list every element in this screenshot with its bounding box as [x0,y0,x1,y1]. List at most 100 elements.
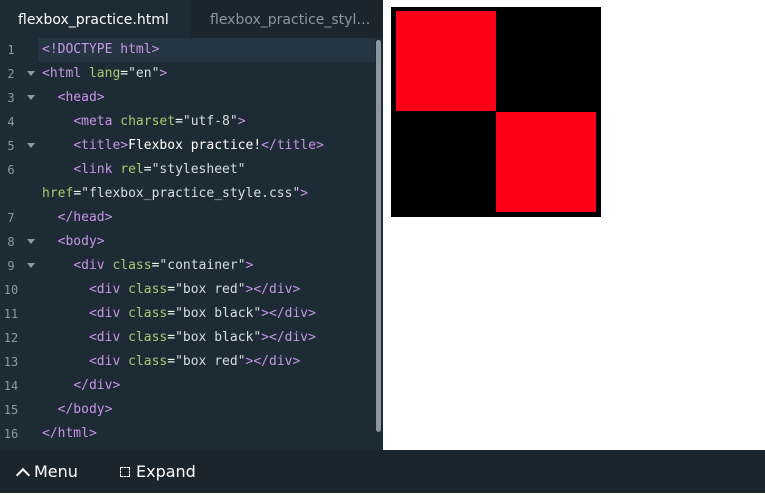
code-token: > [300,186,309,201]
line-number: 16 [3,427,19,441]
code-text: <meta charset="utf-8"> [42,110,246,134]
code-area[interactable]: 1 <!DOCTYPE html> 2 <html lang="en"> 3 <head… [0,38,375,450]
code-token: ></div> [245,354,301,369]
code-token: = [120,66,129,81]
code-token: "flexbox_practice_style.css" [81,186,301,201]
code-editor[interactable]: flexbox_practice.html flexbox_practice_s… [0,0,383,450]
code-line[interactable]: 9 <div class="container"> [0,254,375,278]
fold-arrow-icon[interactable] [27,143,35,148]
fold-arrow-icon[interactable] [27,239,35,244]
tab-css[interactable]: flexbox_practice_styl… [190,0,383,38]
menu-button[interactable]: Menu [15,450,78,493]
code-token: = [167,354,176,369]
line-number: 12 [3,331,19,345]
bottom-bar: Menu Expand [0,450,765,493]
code-line[interactable]: 10 <div class="box red"></div> [0,278,375,302]
code-line[interactable]: 2 <html lang="en"> [0,62,375,86]
code-token: ></div> [261,306,316,321]
code-token: "box black" [175,306,262,321]
code-text: <link rel="stylesheet" [42,158,246,182]
editor-scrollbar[interactable] [376,40,381,432]
code-text: <div class="box red"></div> [42,350,300,374]
code-line[interactable]: 1 <!DOCTYPE html> [0,38,375,62]
code-token: = [175,114,183,129]
code-token: "box red" [175,282,246,297]
code-line[interactable]: 12 <div class="box black"></div> [0,326,375,350]
code-token: class [128,282,168,297]
code-token: <head> [57,90,105,105]
code-line[interactable]: 8 <body> [0,230,375,254]
line-number: 13 [3,355,19,369]
code-line[interactable]: 13 <div class="box red"></div> [0,350,375,374]
code-line[interactable]: href="flexbox_practice_style.css"> [0,182,375,206]
tab-html[interactable]: flexbox_practice.html [0,0,190,38]
code-token: ></div> [245,282,301,297]
code-text: href="flexbox_practice_style.css"> [42,182,308,206]
black-box [396,112,496,212]
code-token: lang [88,66,121,81]
code-token: > [237,114,246,129]
code-token: <meta [73,114,121,129]
fold-arrow-icon[interactable] [27,71,35,76]
line-number: 14 [3,379,19,393]
code-token: class [128,330,168,345]
preview-pane [383,0,765,450]
code-token: = [73,186,82,201]
code-text: </div> [42,374,120,398]
code-line[interactable]: 14 </div> [0,374,375,398]
code-text: <!DOCTYPE html> [42,38,159,62]
line-number: 2 [7,67,15,81]
code-token: Flexbox practice! [128,138,262,153]
code-token: <title> [73,138,129,153]
code-line[interactable]: 5 <title>Flexbox practice!</title> [0,134,375,158]
code-token: <body> [57,234,105,249]
editor-tabs: flexbox_practice.html flexbox_practice_s… [0,0,383,38]
code-token: <div [88,354,129,369]
line-number: 10 [3,283,19,297]
expand-button[interactable]: Expand [120,450,196,493]
line-number: 6 [7,163,15,177]
code-line[interactable]: 15 </body> [0,398,375,422]
expand-label: Expand [136,461,196,481]
code-line[interactable]: 16 </html> [0,422,375,446]
code-token: </body> [57,402,113,417]
line-number: 4 [7,115,15,129]
code-text: <div class="box black"></div> [42,326,316,350]
code-token: = [143,162,152,177]
code-token: <div [73,258,113,273]
code-text: <title>Flexbox practice!</title> [42,134,324,158]
code-line[interactable]: 4 <meta charset="utf-8"> [0,110,375,134]
code-text: </html> [42,422,97,446]
fold-arrow-icon[interactable] [27,95,35,100]
code-text: <div class="box red"></div> [42,278,300,302]
fold-arrow-icon[interactable] [27,263,35,268]
line-number: 15 [3,403,19,417]
code-text: <body> [42,230,105,254]
code-token: </div> [73,378,121,393]
chevron-up-icon [15,467,31,482]
code-line[interactable]: 11 <div class="box black"></div> [0,302,375,326]
expand-icon [120,466,130,477]
line-number: 7 [7,211,15,225]
code-line[interactable]: 3 <head> [0,86,375,110]
code-token: = [167,282,176,297]
code-token: </title> [261,138,324,153]
code-token: "stylesheet" [151,162,246,177]
code-token: "box black" [175,330,262,345]
code-token: href [42,186,74,201]
code-token: "container" [159,258,246,273]
code-token: class [112,258,152,273]
code-line[interactable]: 6 <link rel="stylesheet" [0,158,375,182]
code-token: = [167,306,176,321]
red-box [496,112,596,212]
code-line[interactable]: 7 </head> [0,206,375,230]
code-token: class [128,306,168,321]
